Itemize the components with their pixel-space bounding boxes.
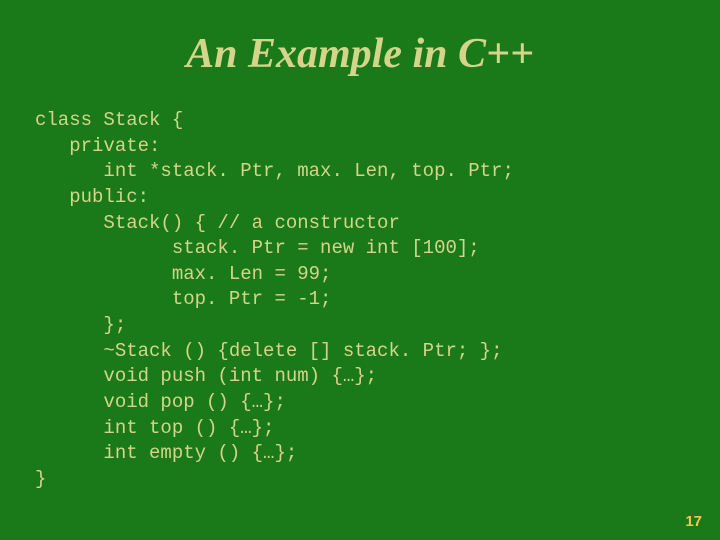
slide-title: An Example in C++ <box>35 30 685 78</box>
page-number: 17 <box>685 513 702 530</box>
code-block: class Stack { private: int *stack. Ptr, … <box>35 108 685 493</box>
slide-container: An Example in C++ class Stack { private:… <box>0 0 720 540</box>
